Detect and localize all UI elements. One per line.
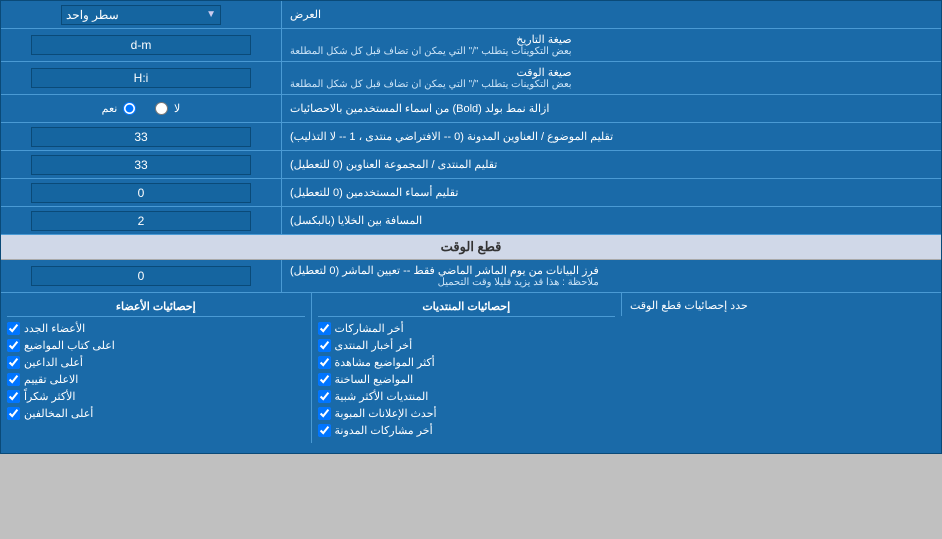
stats-row: حدد إحصائيات قطع الوقت إحصائيات المنتديا… [1, 293, 941, 453]
checkbox-last-posts[interactable] [318, 322, 331, 335]
checkbox-last-news[interactable] [318, 339, 331, 352]
date-format-input[interactable] [31, 35, 251, 55]
forum-trim-row: تقليم المنتدى / المجموعة العناوين (0 للت… [1, 151, 941, 179]
time-format-row: صيغة الوقت بعض التكوينات يتطلب "/" التي … [1, 62, 941, 95]
topic-trim-row: تقليم الموضوع / العناوين المدونة (0 -- ا… [1, 123, 941, 151]
check-new-members: الأعضاء الجدد [7, 320, 305, 337]
forum-trim-input[interactable] [31, 155, 251, 175]
display-label: العرض [281, 1, 941, 28]
checkbox-hot-topics[interactable] [318, 373, 331, 386]
user-trim-input-cell [1, 179, 281, 206]
bold-yes-radio[interactable] [123, 102, 136, 115]
bold-no-radio[interactable] [155, 102, 168, 115]
topic-trim-label: تقليم الموضوع / العناوين المدونة (0 -- ا… [281, 123, 941, 150]
checkbox-violations[interactable] [7, 407, 20, 420]
dropdown-arrow-icon: ▼ [206, 9, 216, 20]
check-top-writers: اعلى كتاب المواضيع [7, 337, 305, 354]
bold-row: ازالة نمط بولد (Bold) من اسماء المستخدمي… [1, 95, 941, 123]
stats-forums-header: إحصائيات المنتديات [318, 297, 616, 317]
stats-checkboxes-container: إحصائيات المنتديات أخر المشاركات أخر أخب… [1, 293, 621, 443]
check-top-inviters: أعلى الداعين [7, 354, 305, 371]
checkbox-most-thanks[interactable] [7, 390, 20, 403]
space-input-cell [1, 207, 281, 234]
bold-no-label: لا [174, 102, 180, 115]
bold-yes-label: نعم [102, 102, 118, 115]
check-hot-topics: المواضيع الساخنة [318, 371, 616, 388]
display-dropdown[interactable]: ▼ سطر واحد [61, 5, 221, 25]
display-row: العرض ▼ سطر واحد [1, 1, 941, 29]
stats-forums-col: إحصائيات المنتديات أخر المشاركات أخر أخب… [311, 293, 622, 443]
bold-label: ازالة نمط بولد (Bold) من اسماء المستخدمي… [281, 95, 941, 122]
checkbox-top-writers[interactable] [7, 339, 20, 352]
check-most-viewed: أكثر المواضيع مشاهدة [318, 354, 616, 371]
display-input-cell: ▼ سطر واحد [1, 1, 281, 28]
check-latest-ads: أحدث الإعلانات المبوبة [318, 405, 616, 422]
bold-input-cell: لا نعم [1, 95, 281, 122]
time-format-input-cell [1, 62, 281, 94]
check-last-posts: أخر المشاركات [318, 320, 616, 337]
space-label: المسافة بين الخلايا (بالبكسل) [281, 207, 941, 234]
stats-members-header: إحصائيات الأعضاء [7, 297, 305, 317]
checkbox-top-rated[interactable] [7, 373, 20, 386]
time-format-label: صيغة الوقت بعض التكوينات يتطلب "/" التي … [281, 62, 941, 94]
date-format-input-cell [1, 29, 281, 61]
forum-trim-label: تقليم المنتدى / المجموعة العناوين (0 للت… [281, 151, 941, 178]
cutoff-input-cell [1, 260, 281, 292]
checkbox-top-inviters[interactable] [7, 356, 20, 369]
cutoff-section-header: قطع الوقت [1, 235, 941, 260]
settings-container: العرض ▼ سطر واحد صيغة التاريخ بعض التكوي… [0, 0, 942, 454]
check-last-news: أخر أخبار المنتدى [318, 337, 616, 354]
forum-trim-input-cell [1, 151, 281, 178]
check-violations: أعلى المخالفين [7, 405, 305, 422]
check-top-rated: الاعلى تقييم [7, 371, 305, 388]
cutoff-label: فرز البيانات من يوم الماشر الماضي فقط --… [281, 260, 941, 292]
user-trim-input[interactable] [31, 183, 251, 203]
check-similar: المنتديات الأكثر شبية [318, 388, 616, 405]
stats-cutoff-label: حدد إحصائيات قطع الوقت [621, 293, 941, 316]
user-trim-label: تقليم أسماء المستخدمين (0 للتعطيل) [281, 179, 941, 206]
checkbox-similar[interactable] [318, 390, 331, 403]
checkbox-last-blog[interactable] [318, 424, 331, 437]
space-row: المسافة بين الخلايا (بالبكسل) [1, 207, 941, 235]
check-most-thanks: الأكثر شكراً [7, 388, 305, 405]
date-format-row: صيغة التاريخ بعض التكوينات يتطلب "/" الت… [1, 29, 941, 62]
user-trim-row: تقليم أسماء المستخدمين (0 للتعطيل) [1, 179, 941, 207]
checkbox-latest-ads[interactable] [318, 407, 331, 420]
checkbox-most-viewed[interactable] [318, 356, 331, 369]
cutoff-input[interactable] [31, 266, 251, 286]
date-format-label: صيغة التاريخ بعض التكوينات يتطلب "/" الت… [281, 29, 941, 61]
checkbox-new-members[interactable] [7, 322, 20, 335]
stats-members-col: إحصائيات الأعضاء الأعضاء الجدد اعلى كتاب… [1, 293, 311, 443]
topic-trim-input-cell [1, 123, 281, 150]
topic-trim-input[interactable] [31, 127, 251, 147]
time-format-input[interactable] [31, 68, 251, 88]
cutoff-row: فرز البيانات من يوم الماشر الماضي فقط --… [1, 260, 941, 293]
space-input[interactable] [31, 211, 251, 231]
check-last-blog: أخر مشاركات المدونة [318, 422, 616, 439]
